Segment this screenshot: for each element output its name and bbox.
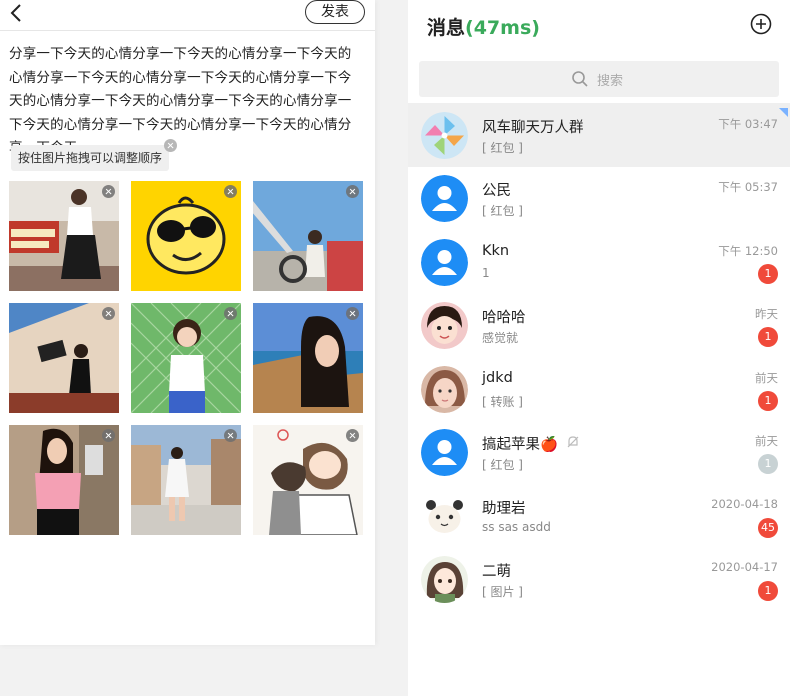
image-thumb-4[interactable]	[9, 303, 119, 413]
conversation-time: 下午 05:37	[718, 180, 778, 194]
photo-girl-fence-icon	[131, 303, 241, 413]
post-editor-panel: 发表 分享一下今天的心情分享一下今天的心情分享一下今天的心情分享一下今天的心情分…	[0, 0, 375, 645]
image-grid	[9, 181, 363, 535]
conversation-item[interactable]: jdkd [ 转账 ] 前天 1	[408, 357, 790, 421]
conversation-preview: [ 转账 ]	[482, 395, 523, 409]
pin-corner-icon	[779, 108, 788, 117]
conversation-preview: ss sas asdd	[482, 520, 551, 534]
delete-image-icon[interactable]	[102, 185, 115, 198]
conversation-name: 哈哈哈	[482, 310, 526, 326]
messages-panel: 消息(47ms) 搜索 风车聊天万人群 [ 红包 ] 下午 03:47 公民 […	[408, 0, 790, 696]
search-bar[interactable]: 搜索	[419, 61, 779, 97]
mute-bell-icon	[567, 436, 579, 448]
conversation-item[interactable]: 公民 [ 红包 ] 下午 05:37	[408, 166, 790, 230]
page-title: 消息(47ms)	[427, 13, 540, 40]
conversation-preview: [ 红包 ]	[482, 141, 523, 155]
image-thumb-8[interactable]	[131, 425, 241, 535]
drag-tip: 按住图片拖拽可以调整顺序	[11, 145, 170, 171]
conversation-name: 公民	[482, 183, 511, 199]
panda-icon	[421, 493, 468, 540]
title-text: 消息	[427, 17, 466, 39]
search-placeholder: 搜索	[597, 74, 624, 89]
messages-header: 消息(47ms)	[408, 0, 790, 54]
search-icon	[572, 71, 588, 87]
image-thumb-6[interactable]	[253, 303, 363, 413]
photo-girl-sky-icon	[253, 181, 363, 291]
delete-image-icon[interactable]	[224, 185, 237, 198]
publish-button[interactable]: 发表	[305, 0, 365, 24]
delete-image-icon[interactable]	[346, 185, 359, 198]
photo-girl-wall-icon	[9, 303, 119, 413]
image-thumb-3[interactable]	[253, 181, 363, 291]
delete-image-icon[interactable]	[346, 429, 359, 442]
conversation-name: 风车聊天万人群	[482, 120, 584, 136]
conversation-preview: [ 图片 ]	[482, 585, 523, 599]
image-thumb-7[interactable]	[9, 425, 119, 535]
pinwheel-icon	[421, 112, 468, 159]
tip-close-icon[interactable]	[164, 139, 177, 152]
photo-girl-pink-icon	[9, 425, 119, 535]
conversation-name: 二萌	[482, 564, 511, 580]
conversation-time: 2020-04-18	[711, 497, 778, 511]
image-thumb-1[interactable]	[9, 181, 119, 291]
default-user-icon	[421, 239, 468, 286]
post-content-text[interactable]: 分享一下今天的心情分享一下今天的心情分享一下今天的心情分享一下今天的心情分享一下…	[9, 43, 365, 161]
conversation-item[interactable]: 风车聊天万人群 [ 红包 ] 下午 03:47	[408, 103, 790, 167]
conversation-time: 下午 03:47	[718, 117, 778, 131]
conversation-name: 助理岩	[482, 501, 526, 517]
unread-badge: 1	[758, 327, 778, 347]
conversation-preview: [ 红包 ]	[482, 204, 523, 218]
conversation-preview: [ 红包 ]	[482, 458, 523, 472]
conversation-item[interactable]: 哈哈哈 感觉就 昨天 1	[408, 293, 790, 357]
conversation-item[interactable]: Kkn 1 下午 12:50 1	[408, 230, 790, 294]
delete-image-icon[interactable]	[224, 429, 237, 442]
latency-text: (47ms)	[465, 17, 540, 39]
conversation-item[interactable]: 二萌 [ 图片 ] 2020-04-17 1	[408, 547, 790, 611]
image-thumb-9[interactable]	[253, 425, 363, 535]
unread-badge: 1	[758, 581, 778, 601]
conversation-name: jdkd	[482, 370, 513, 386]
post-top-bar: 发表	[0, 0, 375, 31]
default-user-icon	[421, 175, 468, 222]
add-circle-icon[interactable]	[750, 13, 772, 35]
photo-girl-sign-icon	[9, 181, 119, 291]
child-photo-icon	[421, 302, 468, 349]
unread-badge: 1	[758, 264, 778, 284]
unread-badge: 1	[758, 454, 778, 474]
default-user-icon	[421, 429, 468, 476]
image-thumb-2[interactable]	[131, 181, 241, 291]
delete-image-icon[interactable]	[102, 307, 115, 320]
unread-badge: 45	[758, 518, 778, 538]
conversation-item[interactable]: 搞起苹果🍎 [ 红包 ] 前天 1	[408, 420, 790, 484]
delete-image-icon[interactable]	[102, 429, 115, 442]
conversation-time: 前天	[755, 371, 778, 385]
photo-girl-street-icon	[131, 425, 241, 535]
girl-photo-icon	[421, 366, 468, 413]
unread-badge: 1	[758, 391, 778, 411]
conversation-preview: 1	[482, 266, 490, 280]
yellow-emoji-sunglasses-icon	[131, 181, 241, 291]
image-thumb-5[interactable]	[131, 303, 241, 413]
back-arrow-icon[interactable]	[6, 1, 28, 25]
cartoon-couple-icon	[253, 425, 363, 535]
conversation-time: 下午 12:50	[718, 244, 778, 258]
conversation-time: 前天	[755, 434, 778, 448]
conversation-name: Kkn	[482, 243, 510, 259]
photo-girl-sea-icon	[253, 303, 363, 413]
conversation-name: 搞起苹果🍎	[482, 437, 559, 453]
anime-girl-icon	[421, 556, 468, 603]
delete-image-icon[interactable]	[224, 307, 237, 320]
delete-image-icon[interactable]	[346, 307, 359, 320]
conversation-item[interactable]: 助理岩 ss sas asdd 2020-04-18 45	[408, 484, 790, 548]
conversation-preview: 感觉就	[482, 331, 519, 345]
conversation-time: 昨天	[755, 307, 778, 321]
conversation-time: 2020-04-17	[711, 560, 778, 574]
